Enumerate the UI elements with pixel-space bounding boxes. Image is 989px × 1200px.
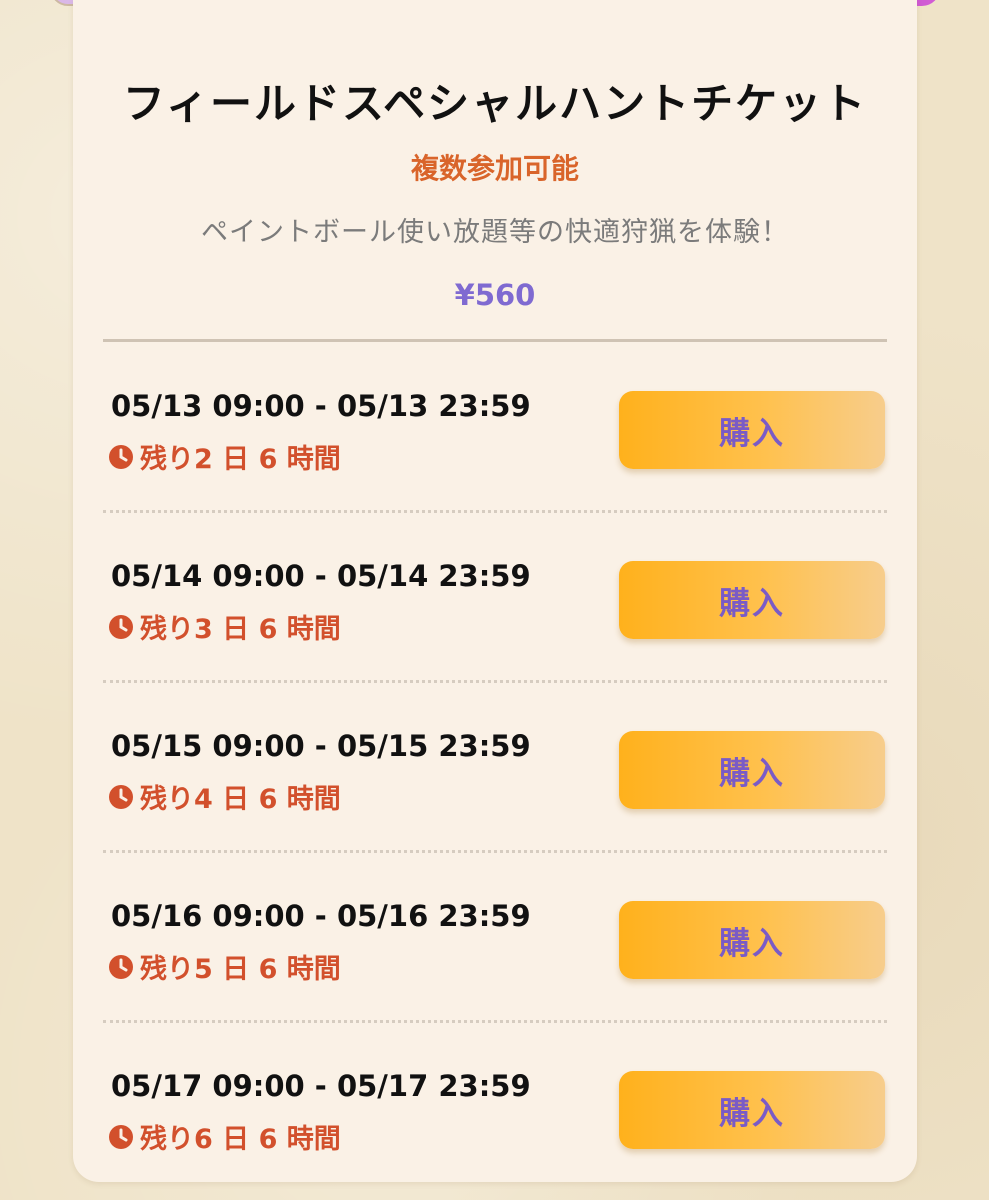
slot-remaining-time: 残り2 日 6 時間 xyxy=(108,437,341,476)
header-divider xyxy=(103,339,887,342)
slot-remaining-time: 残り5 日 6 時間 xyxy=(108,947,341,986)
ticket-description: ペイントボール使い放題等の快適狩猟を体験！ xyxy=(201,217,789,248)
slot-date-range: 05/17 09:00 - 05/17 23:59 xyxy=(111,1069,531,1103)
slot-remaining-label: 残り5 日 6 時間 xyxy=(140,954,341,985)
ticket-slot-row: 05/13 09:00 - 05/13 23:59 残り2 日 6 時間 購入 xyxy=(103,343,887,513)
buy-button[interactable]: 購入 xyxy=(619,731,885,809)
clock-icon xyxy=(109,444,133,469)
buy-button[interactable]: 購入 xyxy=(619,391,885,469)
buy-button[interactable]: 購入 xyxy=(619,901,885,979)
ticket-card: フィールドスペシャルハントチケット 複数参加可能 ペイントボール使い放題等の快適… xyxy=(73,0,917,1182)
slot-date-range: 05/16 09:00 - 05/16 23:59 xyxy=(111,899,531,933)
slot-remaining-time: 残り6 日 6 時間 xyxy=(108,1117,341,1156)
slot-date-range: 05/15 09:00 - 05/15 23:59 xyxy=(111,729,531,763)
buy-button[interactable]: 購入 xyxy=(619,561,885,639)
clock-icon xyxy=(109,1124,133,1149)
slot-remaining-label: 残り2 日 6 時間 xyxy=(140,444,341,475)
clock-icon xyxy=(109,954,133,979)
ticket-slot-row: 05/15 09:00 - 05/15 23:59 残り4 日 6 時間 購入 xyxy=(103,683,887,853)
slot-remaining-time: 残り4 日 6 時間 xyxy=(108,777,341,816)
clock-icon xyxy=(109,614,133,639)
slot-remaining-label: 残り3 日 6 時間 xyxy=(140,614,341,645)
slot-date-range: 05/14 09:00 - 05/14 23:59 xyxy=(111,559,531,593)
ticket-price: ¥560 xyxy=(454,278,536,312)
ticket-title: フィールドスペシャルハントチケット xyxy=(122,79,868,128)
ticket-slot-row: 05/14 09:00 - 05/14 23:59 残り3 日 6 時間 購入 xyxy=(103,513,887,683)
buy-button[interactable]: 購入 xyxy=(619,1071,885,1149)
slot-remaining-label: 残り4 日 6 時間 xyxy=(140,784,341,815)
ticket-slot-row: 05/16 09:00 - 05/16 23:59 残り5 日 6 時間 購入 xyxy=(103,853,887,1023)
slot-remaining-label: 残り6 日 6 時間 xyxy=(140,1124,341,1155)
ticket-subtitle: 複数参加可能 xyxy=(410,152,579,185)
ticket-slot-row: 05/17 09:00 - 05/17 23:59 残り6 日 6 時間 購入 xyxy=(103,1023,887,1193)
clock-icon xyxy=(109,784,133,809)
slot-remaining-time: 残り3 日 6 時間 xyxy=(108,607,341,646)
slot-date-range: 05/13 09:00 - 05/13 23:59 xyxy=(111,389,531,423)
